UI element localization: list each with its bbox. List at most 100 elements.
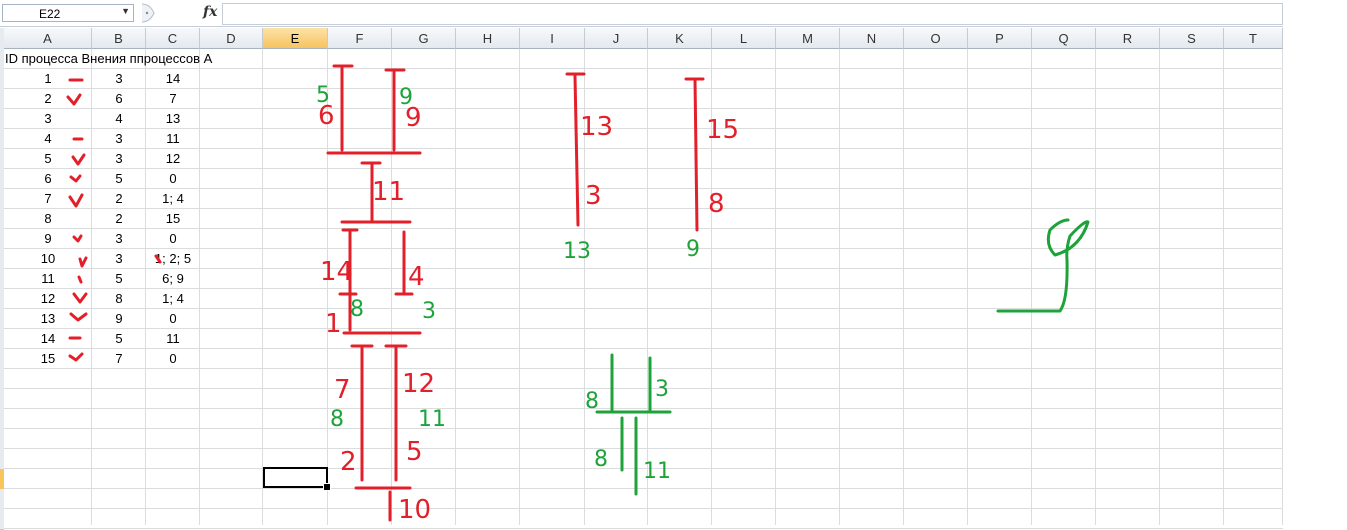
name-box-value: E22: [39, 7, 61, 21]
select-all-corner[interactable]: [0, 28, 4, 50]
svg-text:10: 10: [398, 495, 431, 525]
gridline-vertical: [1223, 49, 1224, 525]
row-header[interactable]: [0, 449, 4, 470]
table-cell-c[interactable]: 0: [146, 349, 200, 369]
column-header-j[interactable]: J: [585, 28, 648, 49]
table-cell-b[interactable]: 6: [92, 89, 146, 109]
table-cell-a[interactable]: 4: [4, 129, 92, 149]
column-header-g[interactable]: G: [392, 28, 456, 49]
gridline-vertical: [391, 49, 392, 525]
gridline-vertical: [1159, 49, 1160, 525]
row-header[interactable]: [0, 489, 4, 510]
column-header-q[interactable]: Q: [1032, 28, 1096, 49]
row-header[interactable]: [0, 369, 4, 390]
table-cell-a[interactable]: 14: [4, 329, 92, 349]
table-cell-b[interactable]: 3: [92, 249, 146, 269]
table-cell-a[interactable]: 12: [4, 289, 92, 309]
column-header-i[interactable]: I: [520, 28, 585, 49]
insert-function-icon[interactable]: fx: [203, 4, 217, 20]
svg-text:3: 3: [655, 377, 669, 402]
table-cell-c[interactable]: 0: [146, 169, 200, 189]
column-header-t[interactable]: T: [1224, 28, 1283, 49]
column-header-d[interactable]: D: [200, 28, 263, 49]
row-header[interactable]: [0, 429, 4, 450]
table-cell-c[interactable]: 11: [146, 129, 200, 149]
table-cell-a[interactable]: 10: [4, 249, 92, 269]
table-cell-b[interactable]: 3: [92, 129, 146, 149]
table-cell-a[interactable]: 9: [4, 229, 92, 249]
table-cell-b[interactable]: 9: [92, 309, 146, 329]
column-header-o[interactable]: O: [904, 28, 968, 49]
svg-text:3: 3: [422, 299, 436, 324]
row-header[interactable]: [0, 469, 4, 490]
row-header[interactable]: [0, 389, 4, 410]
gridline-vertical: [455, 49, 456, 525]
svg-text:8: 8: [585, 389, 599, 414]
column-header-m[interactable]: M: [776, 28, 840, 49]
ink-drawing-layer: 6 9 11 14 4 1 7 12 2 5 10 13 3 15 8 5 9 …: [66, 64, 1090, 525]
active-cell-e22[interactable]: [263, 467, 328, 488]
table-cell-a[interactable]: 5: [4, 149, 92, 169]
row-header[interactable]: [0, 409, 4, 430]
table-cell-c[interactable]: 0: [146, 309, 200, 329]
fill-handle[interactable]: [323, 483, 331, 491]
table-cell-b[interactable]: 2: [92, 189, 146, 209]
column-header-n[interactable]: N: [840, 28, 904, 49]
table-cell-b[interactable]: 3: [92, 229, 146, 249]
svg-text:11: 11: [372, 177, 405, 207]
table-cell-c[interactable]: 1; 2; 5: [146, 249, 200, 269]
table-cell-b[interactable]: 3: [92, 69, 146, 89]
column-header-p[interactable]: P: [968, 28, 1032, 49]
table-cell-a[interactable]: 1: [4, 69, 92, 89]
table-cell-a[interactable]: 3: [4, 109, 92, 129]
table-cell-a[interactable]: 7: [4, 189, 92, 209]
table-cell-b[interactable]: 7: [92, 349, 146, 369]
table-cell-b[interactable]: 8: [92, 289, 146, 309]
table-cell-c[interactable]: 14: [146, 69, 200, 89]
table-cell-a[interactable]: 6: [4, 169, 92, 189]
column-header-c[interactable]: C: [146, 28, 200, 49]
column-header-h[interactable]: H: [456, 28, 520, 49]
formula-bar-splitter[interactable]: [138, 2, 198, 24]
column-header-a[interactable]: A: [4, 28, 92, 49]
column-header-r[interactable]: R: [1096, 28, 1160, 49]
table-cell-a[interactable]: 2: [4, 89, 92, 109]
table-cell-c[interactable]: 1; 4: [146, 189, 200, 209]
table-cell-b[interactable]: 5: [92, 269, 146, 289]
gridline-vertical: [327, 49, 328, 525]
row-header[interactable]: [0, 509, 4, 530]
column-header-b[interactable]: B: [92, 28, 146, 49]
ink-green-digits: 5 9 8 3 8 11 13 9 8 3 8 11: [316, 83, 700, 484]
table-cell-b[interactable]: 5: [92, 169, 146, 189]
chevron-down-icon[interactable]: ▼: [121, 6, 130, 16]
table-cell-c[interactable]: 6; 9: [146, 269, 200, 289]
table-cell-c[interactable]: 0: [146, 229, 200, 249]
column-header-s[interactable]: S: [1160, 28, 1224, 49]
gridline-vertical: [1282, 49, 1283, 525]
gridline-vertical: [839, 49, 840, 525]
table-cell-b[interactable]: 5: [92, 329, 146, 349]
table-cell-c[interactable]: 12: [146, 149, 200, 169]
table-cell-b[interactable]: 2: [92, 209, 146, 229]
table-cell-b[interactable]: 3: [92, 149, 146, 169]
table-cell-c[interactable]: 1; 4: [146, 289, 200, 309]
table-cell-a[interactable]: 13: [4, 309, 92, 329]
row-header[interactable]: [0, 49, 4, 70]
column-header-e[interactable]: E: [263, 28, 328, 49]
column-header-f[interactable]: F: [328, 28, 392, 49]
table-cell-a[interactable]: 15: [4, 349, 92, 369]
table-cell-c[interactable]: 7: [146, 89, 200, 109]
table-cell-b[interactable]: 4: [92, 109, 146, 129]
table-cell-a[interactable]: 11: [4, 269, 92, 289]
column-header-l[interactable]: L: [712, 28, 776, 49]
column-header-k[interactable]: K: [648, 28, 712, 49]
table-cell-c[interactable]: 13: [146, 109, 200, 129]
table-cell-c[interactable]: 15: [146, 209, 200, 229]
table-cell-c[interactable]: 11: [146, 329, 200, 349]
formula-input[interactable]: [222, 3, 1283, 25]
gridline-horizontal: [4, 448, 1283, 449]
table-cell-a[interactable]: 8: [4, 209, 92, 229]
header-row-text[interactable]: ID процесса Внения ппроцессов А: [5, 49, 212, 69]
name-box[interactable]: E22 ▼: [2, 4, 134, 22]
gridline-vertical: [1031, 49, 1032, 525]
